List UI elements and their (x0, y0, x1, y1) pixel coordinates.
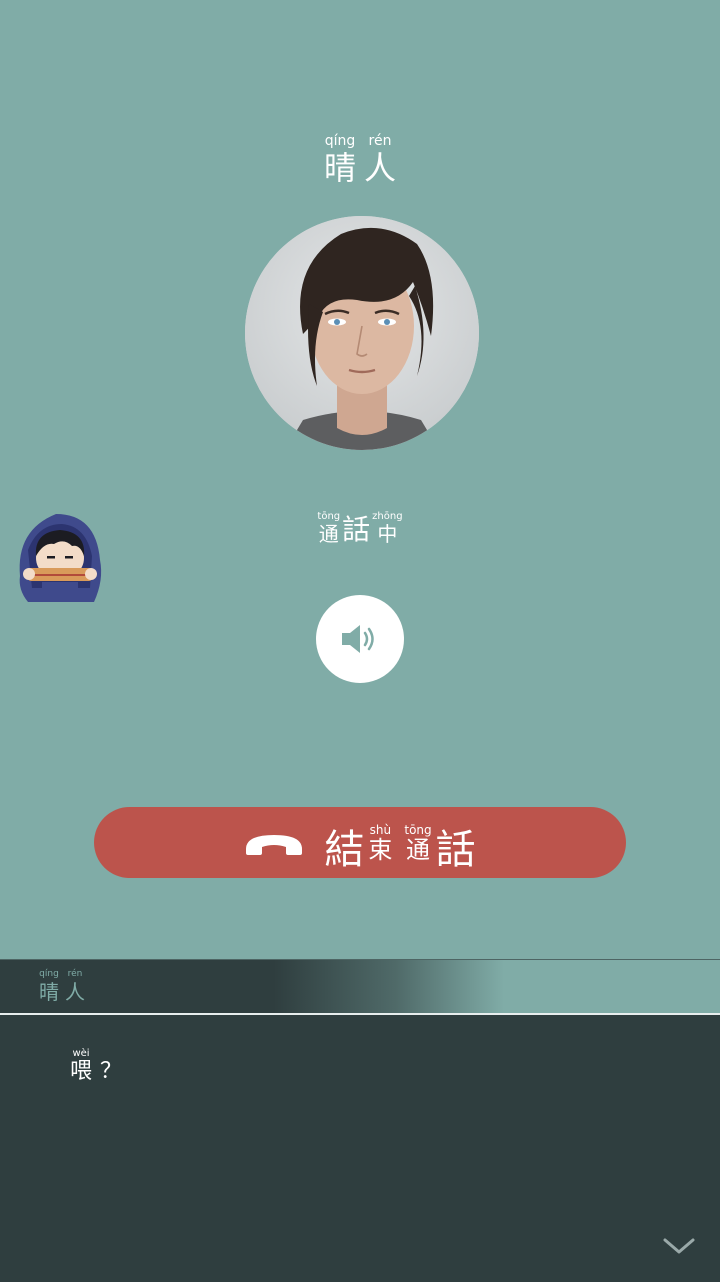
dialogue-punctuation: ？ (100, 1059, 123, 1084)
dialogue-text: wèi 喂 ？ (70, 1049, 122, 1083)
phone-hangup-icon (246, 834, 303, 855)
end-call-label-char: 話 (435, 826, 476, 873)
speaker-name-char: qíng 晴 (39, 969, 59, 1004)
dialogue-speaker-name: qíng 晴 rén 人 (36, 969, 88, 1004)
end-call-label-char: shù 束 (368, 822, 393, 864)
call-status: tōng 通 話 zhōng 中 (0, 504, 720, 546)
caller-name-char: qíng 晴 (323, 133, 356, 187)
call-status-char: zhōng 中 (372, 511, 403, 546)
speaker-icon (342, 625, 374, 653)
end-call-label-char: tōng 通 (404, 822, 432, 864)
call-status-char: tōng 通 (317, 511, 341, 546)
caller-name: qíng 晴 rén 人 (0, 134, 720, 184)
end-call-label-char: 結 (324, 826, 365, 873)
dialogue-box[interactable]: wèi 喂 ？ (0, 1013, 720, 1282)
dialogue-char: wèi 喂 (70, 1048, 93, 1084)
speaker-name-char: rén 人 (65, 969, 85, 1004)
caller-avatar (245, 216, 479, 450)
chevron-down-icon[interactable] (662, 1236, 696, 1256)
speaker-button[interactable] (316, 595, 404, 683)
call-status-char: 話 (342, 513, 371, 546)
dialogue-name-bar: qíng 晴 rén 人 (0, 959, 720, 1014)
chibi-character-sprite (14, 510, 104, 602)
end-call-button[interactable]: 結 shù 束 tōng 通 話 (94, 807, 626, 878)
caller-name-char: rén 人 (364, 133, 397, 187)
